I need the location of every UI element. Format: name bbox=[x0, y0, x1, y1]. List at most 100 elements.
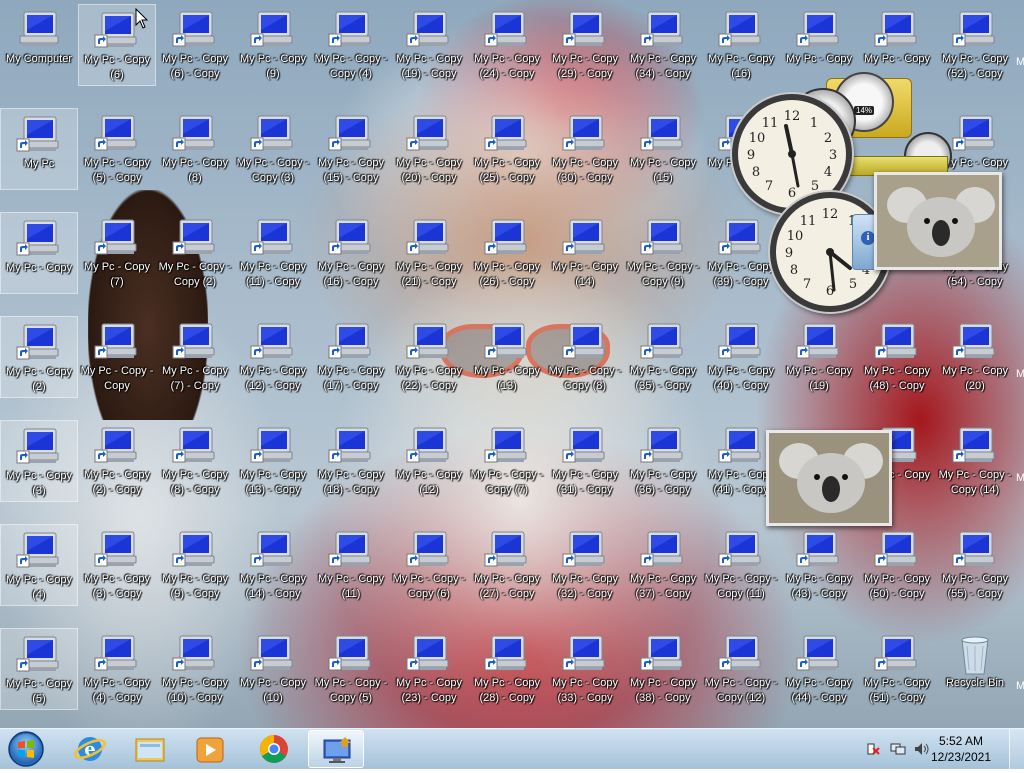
desktop-shortcut-icon[interactable]: My Pc - Copy (5) bbox=[0, 628, 78, 710]
desktop-shortcut-icon[interactable]: My Pc - Copy (23) - Copy bbox=[390, 628, 468, 710]
desktop-shortcut-icon[interactable]: My Pc - Copy (7) bbox=[78, 212, 156, 294]
desktop-shortcut-icon[interactable]: My Pc - Copy (7) - Copy bbox=[156, 316, 234, 398]
desktop-shortcut-icon[interactable]: My Pc - Copy (28) - Copy bbox=[468, 628, 546, 710]
desktop-shortcut-icon[interactable]: My Pc - Copy (39) - Copy bbox=[702, 212, 780, 294]
desktop-icon-label: My Pc - Copy (16) bbox=[707, 53, 774, 80]
computer-shortcut-icon bbox=[640, 634, 686, 672]
desktop-shortcut-icon[interactable]: My Pc - Copy (3) - Copy bbox=[78, 524, 156, 606]
desktop-shortcut-icon[interactable]: My Pc - Copy (8) - Copy bbox=[156, 420, 234, 502]
desktop-shortcut-icon[interactable]: My Pc - Copy (10) bbox=[234, 628, 312, 710]
desktop-shortcut-icon[interactable]: My Pc - Copy - Copy (12) bbox=[702, 628, 780, 710]
desktop-shortcut-icon[interactable]: My Pc - Copy (35) - Copy bbox=[624, 316, 702, 398]
desktop-shortcut-icon[interactable]: My Pc - Copy - Copy (8) bbox=[546, 316, 624, 398]
koala-photo-gadget-bottom[interactable] bbox=[766, 430, 892, 526]
taskbar-remote-desktop[interactable] bbox=[308, 730, 364, 768]
desktop-shortcut-icon[interactable]: My Pc - Copy (11) bbox=[312, 524, 390, 606]
desktop-shortcut-icon[interactable]: My Pc - Copy - Copy (9) bbox=[624, 212, 702, 294]
desktop-shortcut-icon[interactable]: My Computer bbox=[0, 4, 78, 86]
desktop-shortcut-icon[interactable]: My Pc - Copy (27) - Copy bbox=[468, 524, 546, 606]
desktop-icon-label: Recycle Bin bbox=[945, 677, 1005, 689]
desktop-shortcut-icon[interactable]: My Pc - Copy (32) - Copy bbox=[546, 524, 624, 606]
desktop-shortcut-icon[interactable]: My Pc - Copy (44) - Copy bbox=[780, 628, 858, 710]
desktop-shortcut-icon[interactable]: My Pc - Copy (20) bbox=[936, 316, 1014, 398]
desktop-shortcut-icon[interactable]: My Pc - Copy (33) - Copy bbox=[546, 628, 624, 710]
media-player-icon bbox=[196, 737, 224, 763]
desktop-shortcut-icon[interactable]: My Pc - Copy - Copy (14) bbox=[936, 420, 1014, 502]
desktop-shortcut-icon[interactable]: My Pc - Copy (24) - Copy bbox=[468, 4, 546, 86]
taskbar-chrome[interactable] bbox=[246, 730, 302, 768]
desktop[interactable]: My Computer My Pc - Copy (6) My Pc - Cop… bbox=[0, 0, 1024, 728]
desktop-shortcut-icon[interactable]: My Pc - Copy (29) - Copy bbox=[546, 4, 624, 86]
desktop-shortcut-icon[interactable]: My Pc - Copy (12) - Copy bbox=[234, 316, 312, 398]
tray-action-center-icon[interactable] bbox=[866, 741, 880, 755]
desktop-shortcut-icon[interactable]: My Pc - Copy (20) - Copy bbox=[390, 108, 468, 190]
desktop-shortcut-icon[interactable]: My Pc - Copy (14) bbox=[546, 212, 624, 294]
desktop-shortcut-icon[interactable]: My Pc - Copy - Copy (7) bbox=[468, 420, 546, 502]
desktop-shortcut-icon[interactable]: My Pc - Copy (15) bbox=[624, 108, 702, 190]
desktop-shortcut-icon[interactable]: My Pc - Copy - Copy (6) bbox=[390, 524, 468, 606]
recycle-bin-desktop-icon[interactable]: Recycle Bin bbox=[936, 628, 1014, 710]
taskbar-internet-explorer[interactable]: e bbox=[62, 730, 118, 768]
desktop-shortcut-icon[interactable]: My Pc - Copy (6) - Copy bbox=[156, 4, 234, 86]
desktop-shortcut-icon[interactable]: My Pc - Copy (12) bbox=[390, 420, 468, 502]
desktop-shortcut-icon[interactable]: My Pc bbox=[0, 108, 78, 190]
computer-shortcut-icon bbox=[328, 10, 374, 48]
desktop-shortcut-icon[interactable]: My Pc - Copy (31) - Copy bbox=[546, 420, 624, 502]
taskbar-media-player[interactable] bbox=[182, 730, 238, 768]
svg-text:5: 5 bbox=[849, 277, 857, 292]
desktop-shortcut-icon[interactable]: My Pc - Copy (5) - Copy bbox=[78, 108, 156, 190]
desktop-shortcut-icon[interactable]: My Pc - Copy (51) - Copy bbox=[858, 628, 936, 710]
desktop-shortcut-icon[interactable]: My Pc - Copy - Copy (2) bbox=[156, 212, 234, 294]
desktop-shortcut-icon[interactable]: My Pc - Copy (26) - Copy bbox=[468, 212, 546, 294]
computer-shortcut-icon bbox=[562, 114, 608, 152]
tray-time: 5:52 AM bbox=[938, 734, 984, 748]
start-button[interactable] bbox=[2, 730, 50, 768]
desktop-shortcut-icon[interactable]: My Pc - Copy (34) - Copy bbox=[624, 4, 702, 86]
svg-text:1: 1 bbox=[810, 116, 818, 131]
desktop-shortcut-icon[interactable]: My Pc - Copy (38) - Copy bbox=[624, 628, 702, 710]
desktop-shortcut-icon[interactable]: My Pc - Copy (16) - Copy bbox=[312, 212, 390, 294]
desktop-shortcut-icon[interactable]: My Pc - Copy (14) - Copy bbox=[234, 524, 312, 606]
desktop-shortcut-icon[interactable]: My Pc - Copy bbox=[0, 212, 78, 294]
desktop-shortcut-icon[interactable]: My Pc - Copy (10) - Copy bbox=[156, 628, 234, 710]
desktop-shortcut-icon[interactable]: My Pc - Copy (30) - Copy bbox=[546, 108, 624, 190]
desktop-shortcut-icon[interactable]: My Pc - Copy (18) - Copy bbox=[312, 420, 390, 502]
desktop-shortcut-icon[interactable]: My Pc - Copy - Copy (4) bbox=[312, 4, 390, 86]
desktop-shortcut-icon[interactable]: My Pc - Copy (13) - Copy bbox=[234, 420, 312, 502]
desktop-shortcut-icon[interactable]: My Pc - Copy (55) - Copy bbox=[936, 524, 1014, 606]
desktop-shortcut-icon[interactable]: My Pc - Copy (2) - Copy bbox=[78, 420, 156, 502]
desktop-shortcut-icon[interactable]: My Pc - Copy (19) bbox=[780, 316, 858, 398]
desktop-shortcut-icon[interactable]: My Pc - Copy (11) - Copy bbox=[234, 212, 312, 294]
desktop-shortcut-icon[interactable]: My Pc - Copy (16) bbox=[702, 4, 780, 86]
desktop-shortcut-icon[interactable]: My Pc - Copy (4) - Copy bbox=[78, 628, 156, 710]
desktop-shortcut-icon[interactable]: My Pc - Copy (52) - Copy bbox=[936, 4, 1014, 86]
desktop-shortcut-icon[interactable]: My Pc - Copy (4) bbox=[0, 524, 78, 606]
desktop-shortcut-icon[interactable]: My Pc - Copy (21) - Copy bbox=[390, 212, 468, 294]
taskbar-windows-explorer[interactable] bbox=[122, 730, 178, 768]
desktop-shortcut-icon[interactable]: My Pc - Copy (13) bbox=[468, 316, 546, 398]
desktop-shortcut-icon[interactable]: My Pc - Copy - Copy (3) bbox=[234, 108, 312, 190]
desktop-shortcut-icon[interactable]: My Pc - Copy (43) - Copy bbox=[780, 524, 858, 606]
desktop-shortcut-icon[interactable]: My Pc - Copy (8) bbox=[156, 108, 234, 190]
desktop-shortcut-icon[interactable]: My Pc - Copy - Copy bbox=[78, 316, 156, 398]
desktop-shortcut-icon[interactable]: My Pc - Copy (50) - Copy bbox=[858, 524, 936, 606]
desktop-shortcut-icon[interactable]: My Pc - Copy (15) - Copy bbox=[312, 108, 390, 190]
desktop-shortcut-icon[interactable]: My Pc - Copy - Copy (11) bbox=[702, 524, 780, 606]
desktop-shortcut-icon[interactable]: My Pc - Copy (25) - Copy bbox=[468, 108, 546, 190]
show-desktop-button[interactable] bbox=[1009, 729, 1024, 769]
desktop-shortcut-icon[interactable]: My Pc - Copy (40) - Copy bbox=[702, 316, 780, 398]
tray-clock[interactable]: 5:52 AM 12/23/2021 bbox=[928, 733, 994, 765]
desktop-shortcut-icon[interactable]: My Pc - Copy (2) bbox=[0, 316, 78, 398]
desktop-shortcut-icon[interactable]: My Pc - Copy (36) - Copy bbox=[624, 420, 702, 502]
desktop-shortcut-icon[interactable]: My Pc - Copy (9) bbox=[234, 4, 312, 86]
desktop-shortcut-icon[interactable]: My Pc - Copy (3) bbox=[0, 420, 78, 502]
desktop-shortcut-icon[interactable]: My Pc - Copy (9) - Copy bbox=[156, 524, 234, 606]
desktop-shortcut-icon[interactable]: My Pc - Copy (37) - Copy bbox=[624, 524, 702, 606]
desktop-shortcut-icon[interactable]: My Pc - Copy (17) - Copy bbox=[312, 316, 390, 398]
desktop-shortcut-icon[interactable]: My Pc - Copy (48) - Copy bbox=[858, 316, 936, 398]
desktop-shortcut-icon[interactable]: My Pc - Copy (22) - Copy bbox=[390, 316, 468, 398]
desktop-shortcut-icon[interactable]: My Pc - Copy (19) - Copy bbox=[390, 4, 468, 86]
desktop-shortcut-icon[interactable]: My Pc - Copy - Copy (5) bbox=[312, 628, 390, 710]
koala-photo-gadget-top[interactable] bbox=[874, 172, 1002, 270]
tray-network-icon[interactable] bbox=[890, 741, 906, 755]
